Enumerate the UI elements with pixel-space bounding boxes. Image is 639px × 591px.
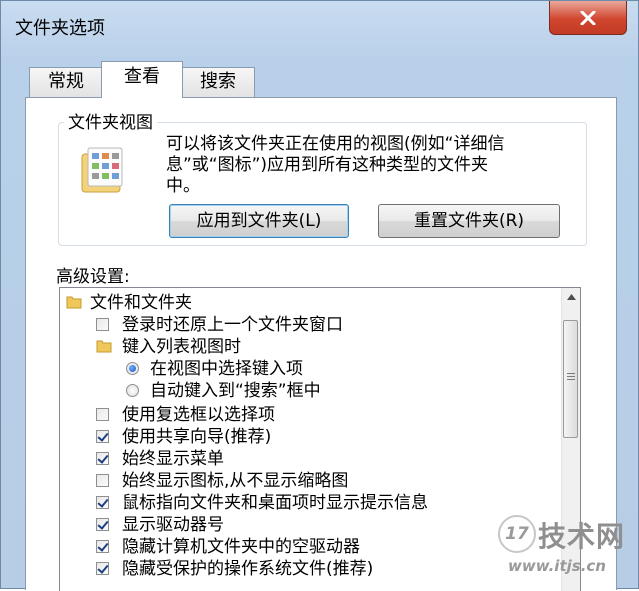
title-bar[interactable]: 文件夹选项	[1, 1, 639, 51]
list-item-label: 使用复选框以选择项	[122, 405, 275, 425]
tree-label: 键入列表视图时	[122, 337, 241, 357]
tab-search[interactable]: 搜索	[181, 67, 255, 97]
reset-folders-button[interactable]: 重置文件夹(R)	[378, 204, 560, 238]
tab-view[interactable]: 查看	[101, 61, 183, 98]
apply-to-folders-button[interactable]: 应用到文件夹(L)	[169, 204, 349, 238]
list-item-label: 使用共享向导(推荐)	[122, 427, 272, 447]
list-item-label: 始终显示图标,从不显示缩略图	[122, 471, 349, 491]
checkbox[interactable]	[96, 430, 109, 443]
tab-general-label: 常规	[48, 71, 84, 92]
checkbox[interactable]	[96, 452, 109, 465]
checkbox[interactable]	[96, 562, 109, 575]
tab-search-label: 搜索	[200, 71, 236, 92]
list-item-label: 在视图中选择键入项	[150, 359, 303, 379]
close-icon	[580, 10, 596, 25]
folder-icon	[66, 296, 82, 309]
checkbox[interactable]	[96, 408, 109, 421]
window-title: 文件夹选项	[15, 18, 105, 39]
watermark-logo: 17	[498, 515, 536, 553]
watermark-url: www.itjs.cn	[508, 557, 606, 575]
description-line-3: 中。	[166, 176, 200, 196]
list-item-label: 隐藏受保护的操作系统文件(推荐)	[122, 559, 374, 579]
folder-views-title: 文件夹视图	[64, 108, 157, 133]
close-button[interactable]	[549, 1, 627, 35]
description-line-1: 可以将该文件夹正在使用的视图(例如“详细信	[166, 134, 505, 154]
arrow-up-icon	[566, 294, 576, 300]
tab-general[interactable]: 常规	[29, 67, 103, 97]
list-item-label: 隐藏计算机文件夹中的空驱动器	[122, 537, 360, 557]
checkbox[interactable]	[96, 518, 109, 531]
folder-icon	[96, 340, 112, 353]
tree-label: 文件和文件夹	[90, 293, 192, 313]
list-item-label: 登录时还原上一个文件夹窗口	[122, 315, 343, 335]
scroll-up-button[interactable]	[562, 288, 580, 306]
description-line-2: 息”或“图标”)应用到所有这种类型的文件夹	[166, 155, 489, 175]
checkbox[interactable]	[96, 318, 109, 331]
radio-button[interactable]	[126, 362, 139, 375]
tab-view-label: 查看	[124, 66, 160, 87]
grip-icon	[567, 373, 575, 382]
folder-options-window: 文件夹选项 常规 查看 搜索 文件夹视图 可以将该文件夹正在使用的视图(例如“详…	[0, 0, 639, 591]
watermark-name: 技术网	[538, 520, 626, 553]
checkbox[interactable]	[96, 474, 109, 487]
checkbox[interactable]	[96, 540, 109, 553]
watermark: 17 技术网 www.itjs.cn	[498, 509, 638, 579]
list-item-label: 自动键入到“搜索”框中	[150, 381, 321, 401]
folder-view-icon	[81, 147, 123, 193]
checkbox[interactable]	[96, 496, 109, 509]
advanced-settings-label: 高级设置:	[56, 267, 130, 287]
list-item-label: 始终显示菜单	[122, 449, 224, 469]
list-item-label: 显示驱动器号	[122, 515, 224, 535]
radio-button[interactable]	[126, 384, 139, 397]
list-item-label: 鼠标指向文件夹和桌面项时显示提示信息	[122, 493, 428, 513]
folder-views-description: 可以将该文件夹正在使用的视图(例如“详细信 息”或“图标”)应用到所有这种类型的…	[166, 134, 566, 197]
scroll-thumb[interactable]	[563, 320, 578, 438]
